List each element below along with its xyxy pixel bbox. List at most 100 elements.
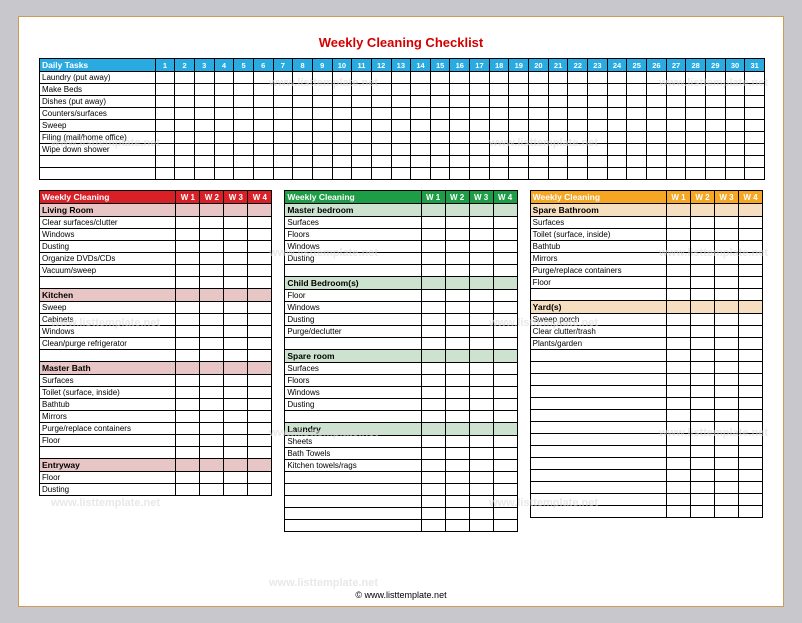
weekly-checkbox-cell[interactable] [469,508,493,520]
weekly-checkbox-cell[interactable] [493,496,517,508]
weekly-checkbox-cell[interactable] [469,363,493,375]
weekly-checkbox-cell[interactable] [421,448,445,460]
daily-checkbox-cell[interactable] [627,168,647,180]
weekly-checkbox-cell[interactable] [200,435,224,447]
daily-checkbox-cell[interactable] [194,144,214,156]
daily-checkbox-cell[interactable] [627,132,647,144]
weekly-checkbox-cell[interactable] [666,458,690,470]
daily-checkbox-cell[interactable] [725,72,745,84]
weekly-checkbox-cell[interactable] [714,301,738,314]
daily-checkbox-cell[interactable] [529,120,549,132]
weekly-checkbox-cell[interactable] [690,204,714,217]
weekly-checkbox-cell[interactable] [421,326,445,338]
daily-checkbox-cell[interactable] [450,168,470,180]
weekly-checkbox-cell[interactable] [176,399,200,411]
weekly-checkbox-cell[interactable] [176,204,200,217]
weekly-checkbox-cell[interactable] [493,460,517,472]
daily-checkbox-cell[interactable] [234,108,254,120]
weekly-checkbox-cell[interactable] [248,253,272,265]
weekly-checkbox-cell[interactable] [248,204,272,217]
daily-checkbox-cell[interactable] [175,96,195,108]
daily-checkbox-cell[interactable] [352,132,372,144]
daily-checkbox-cell[interactable] [273,120,293,132]
daily-checkbox-cell[interactable] [548,72,568,84]
daily-checkbox-cell[interactable] [568,120,588,132]
weekly-checkbox-cell[interactable] [421,387,445,399]
daily-checkbox-cell[interactable] [194,84,214,96]
daily-checkbox-cell[interactable] [470,120,490,132]
daily-checkbox-cell[interactable] [725,156,745,168]
daily-checkbox-cell[interactable] [706,132,726,144]
daily-checkbox-cell[interactable] [745,72,765,84]
weekly-checkbox-cell[interactable] [445,484,469,496]
daily-checkbox-cell[interactable] [391,96,411,108]
daily-checkbox-cell[interactable] [647,72,667,84]
daily-checkbox-cell[interactable] [352,168,372,180]
daily-checkbox-cell[interactable] [175,84,195,96]
daily-checkbox-cell[interactable] [312,120,332,132]
weekly-checkbox-cell[interactable] [224,399,248,411]
daily-checkbox-cell[interactable] [175,120,195,132]
weekly-checkbox-cell[interactable] [176,435,200,447]
weekly-checkbox-cell[interactable] [738,446,762,458]
daily-checkbox-cell[interactable] [391,84,411,96]
daily-checkbox-cell[interactable] [745,144,765,156]
weekly-checkbox-cell[interactable] [421,241,445,253]
weekly-checkbox-cell[interactable] [493,204,517,217]
daily-checkbox-cell[interactable] [253,96,273,108]
weekly-checkbox-cell[interactable] [224,253,248,265]
weekly-checkbox-cell[interactable] [714,494,738,506]
daily-checkbox-cell[interactable] [194,72,214,84]
daily-checkbox-cell[interactable] [273,156,293,168]
daily-checkbox-cell[interactable] [706,120,726,132]
weekly-checkbox-cell[interactable] [738,253,762,265]
weekly-checkbox-cell[interactable] [421,302,445,314]
weekly-checkbox-cell[interactable] [200,217,224,229]
weekly-checkbox-cell[interactable] [224,314,248,326]
daily-checkbox-cell[interactable] [529,156,549,168]
daily-checkbox-cell[interactable] [450,156,470,168]
weekly-checkbox-cell[interactable] [738,326,762,338]
daily-checkbox-cell[interactable] [214,72,234,84]
daily-checkbox-cell[interactable] [489,132,509,144]
weekly-checkbox-cell[interactable] [666,350,690,362]
weekly-checkbox-cell[interactable] [469,460,493,472]
daily-checkbox-cell[interactable] [666,132,686,144]
daily-checkbox-cell[interactable] [450,84,470,96]
weekly-checkbox-cell[interactable] [421,423,445,436]
weekly-checkbox-cell[interactable] [248,484,272,496]
weekly-checkbox-cell[interactable] [176,326,200,338]
daily-checkbox-cell[interactable] [194,168,214,180]
weekly-checkbox-cell[interactable] [690,386,714,398]
weekly-checkbox-cell[interactable] [690,277,714,289]
weekly-checkbox-cell[interactable] [248,217,272,229]
daily-checkbox-cell[interactable] [293,144,313,156]
weekly-checkbox-cell[interactable] [469,350,493,363]
weekly-checkbox-cell[interactable] [690,494,714,506]
daily-checkbox-cell[interactable] [312,168,332,180]
weekly-checkbox-cell[interactable] [445,520,469,532]
weekly-checkbox-cell[interactable] [469,472,493,484]
daily-checkbox-cell[interactable] [155,72,175,84]
weekly-checkbox-cell[interactable] [469,229,493,241]
weekly-checkbox-cell[interactable] [248,277,272,289]
daily-checkbox-cell[interactable] [686,84,706,96]
daily-checkbox-cell[interactable] [725,132,745,144]
daily-checkbox-cell[interactable] [548,96,568,108]
daily-checkbox-cell[interactable] [214,132,234,144]
weekly-checkbox-cell[interactable] [714,482,738,494]
weekly-checkbox-cell[interactable] [224,375,248,387]
weekly-checkbox-cell[interactable] [714,458,738,470]
daily-checkbox-cell[interactable] [666,156,686,168]
daily-checkbox-cell[interactable] [489,84,509,96]
daily-checkbox-cell[interactable] [253,120,273,132]
weekly-checkbox-cell[interactable] [666,229,690,241]
daily-checkbox-cell[interactable] [607,96,627,108]
daily-checkbox-cell[interactable] [175,144,195,156]
daily-checkbox-cell[interactable] [588,144,608,156]
weekly-checkbox-cell[interactable] [445,387,469,399]
weekly-checkbox-cell[interactable] [176,472,200,484]
weekly-checkbox-cell[interactable] [421,520,445,532]
daily-checkbox-cell[interactable] [293,108,313,120]
weekly-checkbox-cell[interactable] [666,204,690,217]
